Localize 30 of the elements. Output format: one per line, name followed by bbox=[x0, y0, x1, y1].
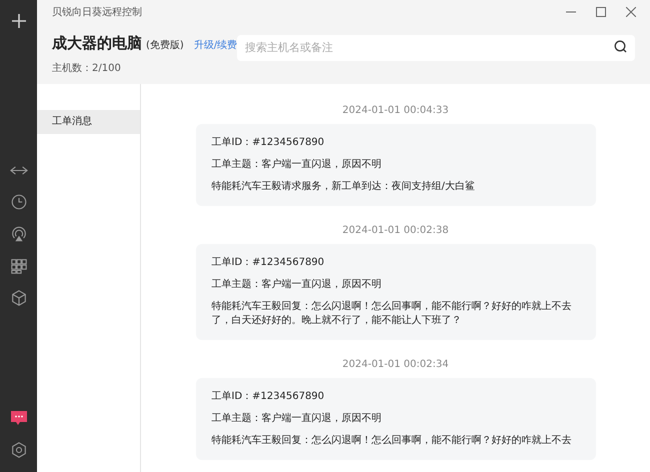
message-text: 工单ID：#1234567890 bbox=[212, 136, 326, 150]
message-text: 工单ID：#1234567890 bbox=[212, 256, 326, 270]
close-icon bbox=[626, 7, 636, 17]
grid-icon bbox=[10, 257, 28, 275]
message-text: 工单主题：客户端一直闪退，原因不明 bbox=[212, 158, 382, 172]
upgrade-link[interactable]: 升级/续费 bbox=[194, 38, 238, 53]
message-time: 2024-01-01 00:02:34 bbox=[342, 358, 449, 372]
cube-icon bbox=[10, 289, 28, 307]
message-time: 2024-01-01 00:02:38 bbox=[342, 224, 449, 238]
clock-icon bbox=[10, 193, 28, 211]
window-title: 贝锐向日葵远程控制 bbox=[52, 6, 143, 20]
message-text: 工单主题：客户端一直闪退，原因不明 bbox=[212, 278, 382, 292]
category-item[interactable]: 工单消息 bbox=[37, 110, 140, 134]
maximize-icon bbox=[596, 7, 606, 17]
search-icon bbox=[614, 40, 627, 53]
message-text: 特能耗汽车王毅请求服务，新工单到达：夜间支持组/大白鲨 bbox=[212, 180, 476, 194]
search-field[interactable]: 搜索主机名或备注 bbox=[237, 34, 635, 60]
settings-icon bbox=[10, 441, 28, 459]
message-time: 2024-01-01 00:04:33 bbox=[342, 104, 449, 118]
message-text: 特能耗汽车王毅回复：怎么闪退啊！怎么回事啊，能不能行啊？好好的咋就上不去了，白天还好好的。晚上就不行了，能不能让人下班了？ bbox=[212, 300, 572, 328]
message-text: 工单主题：客户端一直闪退，原因不明 bbox=[212, 412, 382, 426]
chat-icon bbox=[8, 409, 28, 427]
computer-name: 成大器的电脑 bbox=[52, 33, 142, 54]
swap-arrows-icon bbox=[10, 166, 28, 174]
message-text: 工单ID：#1234567890 bbox=[212, 390, 326, 404]
cast-icon bbox=[10, 225, 28, 243]
message-text: 特能耗汽车王毅回复：怎么闪退啊！怎么回事啊，能不能行啊？好好的咋就上不去 bbox=[212, 434, 572, 448]
edition-label: (免费版) bbox=[146, 38, 184, 53]
plus-icon bbox=[10, 13, 26, 29]
host-count: 主机数：2/100 bbox=[52, 62, 122, 76]
